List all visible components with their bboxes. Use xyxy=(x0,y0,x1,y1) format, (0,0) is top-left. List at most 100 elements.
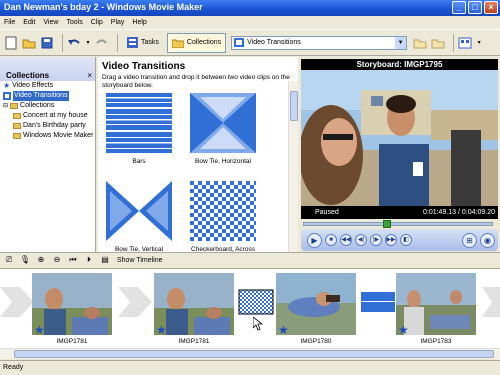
undo-dropdown-icon[interactable]: ▾ xyxy=(85,36,91,50)
storyboard-arrow-icon xyxy=(0,287,34,317)
menu-edit[interactable]: Edit xyxy=(23,16,35,29)
storyboard-scrollbar[interactable] xyxy=(0,348,500,359)
clip-effect-star-icon: ★ xyxy=(34,323,45,337)
previous-frame-button[interactable]: ◀| xyxy=(355,234,367,246)
checkerboard-transition-slot[interactable] xyxy=(238,289,274,315)
menu-view[interactable]: View xyxy=(43,16,58,29)
storyboard-clip[interactable]: ★ IMGP1783 xyxy=(396,273,476,347)
minimize-button[interactable]: _ xyxy=(452,1,466,14)
menu-clip[interactable]: Clip xyxy=(91,16,103,29)
folder-icon xyxy=(13,123,21,129)
tasks-label: Tasks xyxy=(141,39,159,46)
save-icon[interactable] xyxy=(40,36,54,50)
up-folder-icon[interactable] xyxy=(413,36,427,50)
tree-item-video-transitions[interactable]: Video Transitions xyxy=(3,91,95,101)
monitor-pane: Storyboard: IMGP1795 Paused 0:01:49.13 /… xyxy=(299,57,500,252)
views-icon[interactable] xyxy=(458,36,472,50)
redo-icon[interactable] xyxy=(95,36,109,50)
previous-button[interactable]: ◀◀ xyxy=(340,234,352,246)
tree-item-label: Concert at my house xyxy=(23,112,88,119)
tree-item-movie-maker[interactable]: Windows Movie Maker xyxy=(3,131,95,141)
tree-item-label: Video Transitions xyxy=(13,91,69,101)
transition-checkerboard-across[interactable]: Checkerboard, Across xyxy=(188,181,258,253)
bow-tie-vertical-thumbnail xyxy=(106,181,172,241)
clip-name: IMGP1780 xyxy=(300,338,332,345)
menu-tools[interactable]: Tools xyxy=(66,16,82,29)
scrollbar-thumb[interactable] xyxy=(290,91,298,121)
collections-button[interactable]: Collections xyxy=(166,32,227,53)
menu-play[interactable]: Play xyxy=(111,16,125,29)
clip-effect-star-icon: ★ xyxy=(398,323,409,337)
collections-header: Collections × xyxy=(0,57,95,81)
collections-header-label: Collections xyxy=(6,71,50,80)
transition-bars[interactable]: Bars xyxy=(104,93,174,165)
tasks-button[interactable]: Tasks xyxy=(122,33,164,53)
set-audio-levels-icon[interactable]: ⎚ xyxy=(3,255,15,267)
tree-item-collections[interactable]: ⊟ Collections xyxy=(3,101,95,111)
transition-label: Bow Tie, Horizontal xyxy=(195,158,251,165)
zoom-in-icon[interactable]: ⊕ xyxy=(35,255,47,267)
folder-icon xyxy=(13,133,21,139)
menu-help[interactable]: Help xyxy=(132,16,146,29)
location-combo[interactable]: Video Transitions ▼ xyxy=(231,35,408,50)
menu-file[interactable]: File xyxy=(4,16,15,29)
tree-item-label: Collections xyxy=(20,102,55,109)
split-button[interactable]: ◧ xyxy=(400,234,412,246)
collections-folder-icon xyxy=(171,39,184,48)
storyboard: ★ IMGP1781 ★ IMGP1781 ★ IMGP1780 ★ IMGP1… xyxy=(0,268,500,348)
narrate-icon[interactable]: 🎙 xyxy=(19,255,31,267)
rewind-storyboard-icon[interactable]: ⏮ xyxy=(67,255,79,267)
storyboard-clip[interactable]: ★ IMGP1780 xyxy=(276,273,356,347)
snapshot-button[interactable]: ◉ xyxy=(480,232,495,248)
chevron-down-icon[interactable]: ▼ xyxy=(395,36,407,49)
clip-name: IMGP1781 xyxy=(178,338,210,345)
seek-bar[interactable] xyxy=(303,220,493,228)
timeline-icon[interactable]: ▤ xyxy=(99,255,111,267)
transition-bow-tie-vertical[interactable]: Bow Tie, Vertical xyxy=(104,181,174,253)
stop-button[interactable]: ■ xyxy=(325,234,337,246)
show-timeline-button[interactable]: Show Timeline xyxy=(117,257,163,264)
scrollbar-thumb[interactable] xyxy=(14,350,494,358)
transitions-scrollbar[interactable] xyxy=(288,81,298,252)
transitions-pane: Video Transitions Drag a video transitio… xyxy=(98,57,298,253)
tree-item-label: Windows Movie Maker xyxy=(23,132,94,139)
tasks-icon xyxy=(127,37,138,48)
close-button[interactable]: × xyxy=(484,1,498,14)
tree-item-birthday[interactable]: Dan's Birthday party xyxy=(3,121,95,131)
expand-minus-icon[interactable]: ⊟ xyxy=(3,101,8,111)
folder-icon xyxy=(13,113,21,119)
bars-thumbnail xyxy=(106,93,172,153)
views-dropdown-icon[interactable]: ▾ xyxy=(476,36,482,50)
transition-icon xyxy=(3,92,11,100)
toolbar-separator xyxy=(117,33,118,52)
undo-icon[interactable] xyxy=(67,36,81,50)
full-screen-button[interactable]: ⊞ xyxy=(462,232,477,248)
new-folder-icon[interactable] xyxy=(431,36,445,50)
maximize-button[interactable]: □ xyxy=(468,1,482,14)
clip-effect-star-icon: ★ xyxy=(156,323,167,337)
storyboard-clip[interactable]: ★ IMGP1781 xyxy=(154,273,234,347)
close-pane-icon[interactable]: × xyxy=(87,71,92,80)
star-icon: ★ xyxy=(3,81,11,90)
zoom-out-icon[interactable]: ⊖ xyxy=(51,255,63,267)
tree-item-concert[interactable]: Concert at my house xyxy=(3,111,95,121)
storyboard-clip[interactable]: ★ IMGP1781 xyxy=(32,273,112,347)
playback-controls: ▶ ■ ◀◀ ◀| |▶ ▶▶ ◧ ⊞ ◉ xyxy=(301,229,498,251)
next-frame-button[interactable]: |▶ xyxy=(370,234,382,246)
play-storyboard-icon[interactable]: ⏵ xyxy=(83,255,95,267)
next-button[interactable]: ▶▶ xyxy=(385,234,397,246)
location-value: Video Transitions xyxy=(247,39,301,46)
transition-bow-tie-horizontal[interactable]: Bow Tie, Horizontal xyxy=(188,93,258,165)
play-button[interactable]: ▶ xyxy=(307,232,322,248)
storyboard-arrow-icon xyxy=(482,287,500,317)
seek-handle[interactable] xyxy=(383,220,391,228)
toolbar-separator xyxy=(62,33,63,52)
new-project-icon[interactable] xyxy=(4,36,18,50)
transitions-title: Video Transitions xyxy=(102,61,186,72)
open-project-icon[interactable] xyxy=(22,36,36,50)
status-bar: Ready xyxy=(0,360,500,375)
tree-item-video-effects[interactable]: ★ Video Effects xyxy=(3,81,95,91)
clip-name: IMGP1783 xyxy=(420,338,452,345)
bars-transition-slot[interactable] xyxy=(360,291,396,313)
window-title: Dan Newman's bday 2 - Windows Movie Make… xyxy=(4,2,203,12)
